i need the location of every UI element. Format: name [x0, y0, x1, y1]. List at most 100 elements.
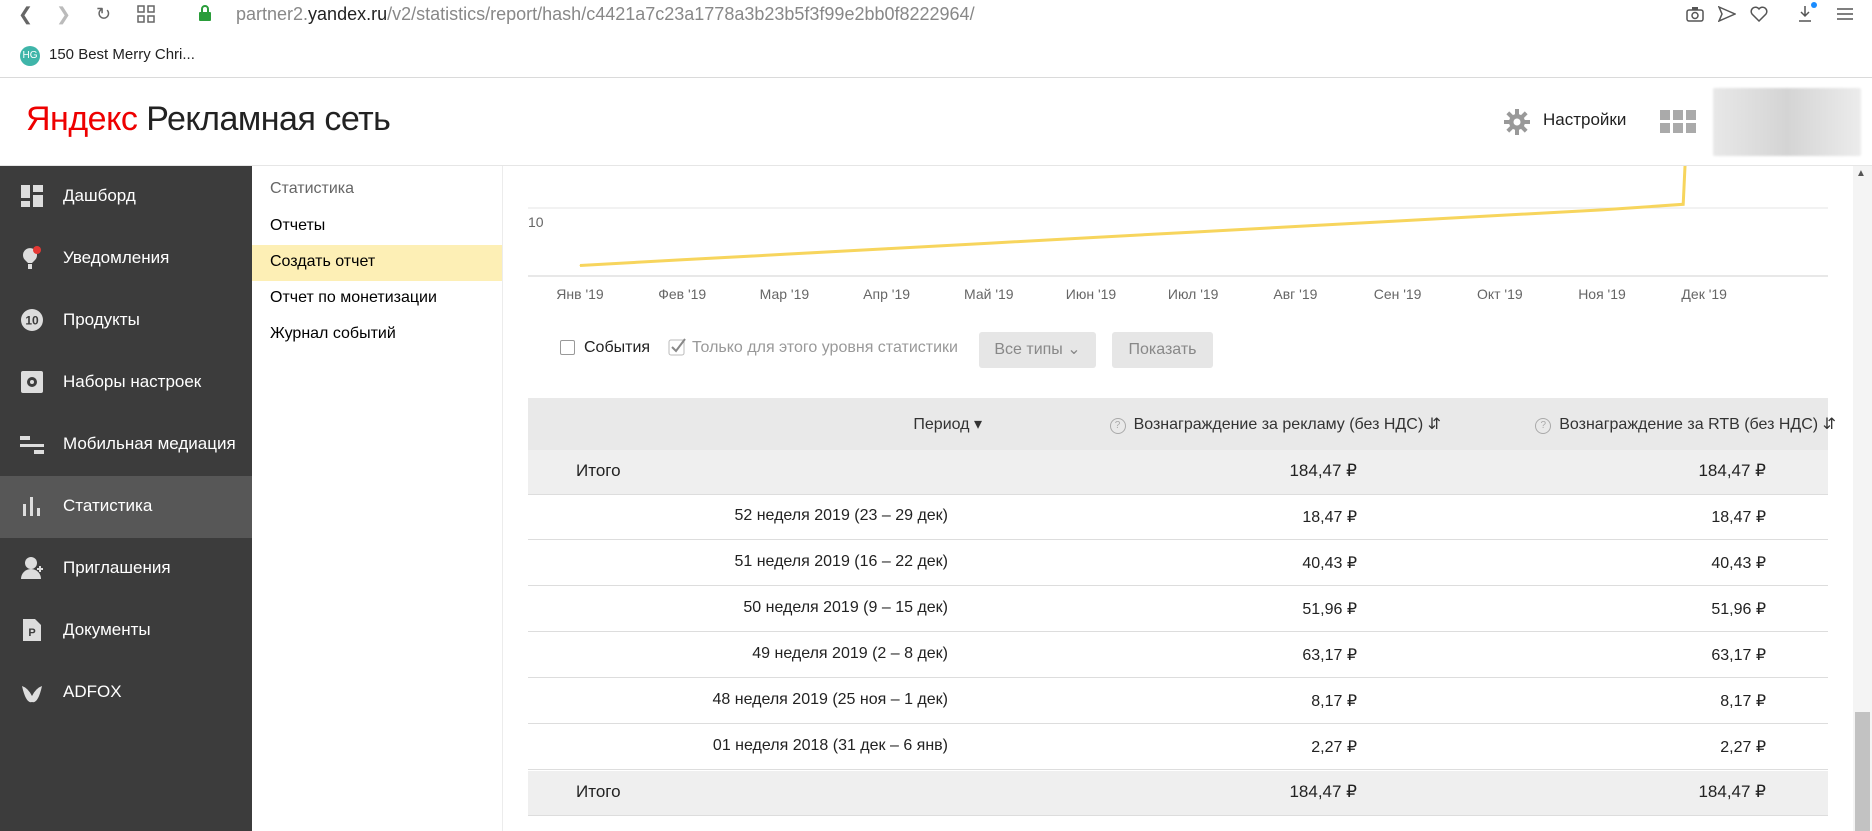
column-header-ads[interactable]: ? Вознаграждение за рекламу (без НДС) ⇵: [1109, 414, 1441, 434]
apps-grid-icon[interactable]: [1660, 110, 1696, 134]
gear-icon[interactable]: [1503, 106, 1531, 138]
table-row: 01 неделя 2018 (31 дек – 6 янв) 2,27 ₽ 2…: [528, 725, 1828, 770]
x-tick-label: Июн '19: [1066, 286, 1117, 302]
column-header-period[interactable]: Период ▾: [913, 414, 982, 434]
forward-icon[interactable]: ❯: [56, 4, 71, 24]
total-ads-value: 184,47 ₽: [1289, 461, 1357, 480]
back-icon[interactable]: ❮: [18, 4, 33, 24]
subnav-item-monetization[interactable]: Отчет по монетизации: [252, 281, 502, 317]
products-icon: 10: [21, 309, 43, 331]
scrollbar-thumb[interactable]: [1855, 712, 1870, 831]
settings-link[interactable]: Настройки: [1543, 110, 1626, 130]
menu-icon[interactable]: [1836, 6, 1854, 22]
sort-desc-icon: ▾: [973, 416, 982, 433]
address-bar[interactable]: partner2.yandex.ru/v2/statistics/report/…: [236, 4, 975, 25]
data-point: [1090, 237, 1092, 239]
level-only-label: Только для этого уровня статистики: [692, 339, 958, 356]
sidebar-item-label: Дашборд: [63, 186, 136, 205]
sidebar-item-notifications[interactable]: Уведомления: [0, 228, 252, 290]
sidebar: Дашборд Уведомления 10 Продукты Наборы н…: [0, 166, 252, 831]
sidebar-item-dashboard[interactable]: Дашборд: [0, 166, 252, 228]
table-row: 50 неделя 2019 (9 – 15 дек) 51,96 ₽ 51,9…: [528, 587, 1828, 632]
ads-cell: 18,47 ₽: [1302, 509, 1357, 526]
x-tick-label: Июл '19: [1168, 286, 1219, 302]
app-header: Яндекс Рекламная сеть Настройки: [0, 78, 1872, 166]
x-tick-label: Окт '19: [1477, 286, 1523, 302]
x-tick-label: Дек '19: [1681, 286, 1727, 302]
sidebar-item-products[interactable]: 10 Продукты: [0, 290, 252, 352]
sidebar-item-label: Приглашения: [63, 558, 171, 577]
camera-icon[interactable]: [1686, 6, 1704, 22]
sidebar-item-label: Наборы настроек: [63, 372, 202, 391]
events-checkbox[interactable]: [560, 340, 575, 355]
invite-icon: [21, 557, 43, 579]
data-point: [1682, 203, 1684, 205]
dashboard-icon: [21, 185, 43, 207]
download-icon[interactable]: [1796, 2, 1818, 24]
bookmark-item[interactable]: 150 Best Merry Chri...: [49, 46, 195, 63]
data-point: [1499, 214, 1501, 216]
checkmark-icon[interactable]: [668, 336, 688, 356]
total-label: Итого: [576, 782, 621, 801]
help-icon[interactable]: ?: [1109, 418, 1126, 434]
sidebar-item-invites[interactable]: Приглашения: [0, 538, 252, 600]
data-point: [1294, 226, 1296, 228]
all-types-dropdown[interactable]: Все типы ⌄: [979, 332, 1096, 368]
data-point: [1601, 209, 1603, 211]
user-avatar[interactable]: [1713, 88, 1861, 156]
subnav-item-events-log[interactable]: Журнал событий: [252, 317, 502, 353]
sidebar-item-documents[interactable]: P Документы: [0, 600, 252, 662]
x-tick-label: Ноя '19: [1578, 286, 1626, 302]
sidebar-item-label: Документы: [63, 620, 151, 639]
data-point: [988, 242, 990, 244]
table-header: ? Вознаграждение за рекламу (без НДС) ⇵ ?…: [528, 398, 1836, 450]
data-point: [1192, 231, 1194, 233]
ads-cell: 63,17 ₽: [1302, 647, 1357, 664]
subnav-item-create-report[interactable]: Создать отчет: [252, 245, 502, 281]
sidebar-item-statistics[interactable]: Статистика: [0, 476, 252, 538]
ads-cell: 40,43 ₽: [1302, 555, 1357, 572]
sidebar-item-settings-sets[interactable]: Наборы настроек: [0, 352, 252, 414]
show-button[interactable]: Показать: [1112, 332, 1213, 368]
data-point: [579, 264, 581, 266]
sidebar-item-label: Продукты: [63, 310, 140, 329]
rtb-cell: 8,17 ₽: [1720, 693, 1766, 710]
send-icon[interactable]: [1718, 6, 1736, 22]
series-line: [579, 166, 1687, 267]
rtb-cell: 18,47 ₽: [1711, 509, 1766, 526]
help-icon[interactable]: ?: [1535, 418, 1552, 434]
period-cell: 48 неделя 2019 (25 ноя – 1 дек): [712, 691, 948, 708]
sidebar-item-adfox[interactable]: ADFOX: [0, 662, 252, 724]
sidebar-item-label: Мобильная медиация: [63, 434, 236, 453]
svg-text:P: P: [28, 627, 35, 639]
svg-text:10: 10: [25, 314, 39, 328]
total-row-footer: Итого 184,47 ₽ 184,47 ₽: [528, 771, 1828, 816]
total-label: Итого: [576, 461, 621, 480]
scroll-up-icon[interactable]: ▲: [1856, 168, 1866, 179]
x-tick-label: Янв '19: [556, 286, 604, 302]
subnav-item-reports[interactable]: Отчеты: [252, 209, 502, 245]
adfox-icon: [22, 686, 42, 703]
total-rtb-value: 184,47 ₽: [1698, 461, 1766, 480]
period-cell: 52 неделя 2019 (23 – 29 дек): [734, 507, 948, 524]
chevron-down-icon: ⌄: [1067, 341, 1081, 358]
rtb-cell: 63,17 ₽: [1711, 647, 1766, 664]
rtb-cell: 51,96 ₽: [1711, 601, 1766, 618]
subnav-item-label: Отчет по монетизации: [270, 289, 437, 306]
sidebar-item-label: Уведомления: [63, 248, 170, 267]
x-tick-label: Мар '19: [760, 286, 810, 302]
x-tick-label: Фев '19: [658, 286, 706, 302]
bookmark-favicon: HG: [20, 46, 40, 66]
subnav-item-label: Отчеты: [270, 217, 326, 234]
subnav-title: Статистика: [270, 180, 355, 197]
tabs-grid-icon[interactable]: [137, 5, 155, 23]
reload-icon[interactable]: ↻: [96, 4, 111, 24]
sidebar-item-label: Статистика: [63, 496, 153, 515]
data-point: [681, 259, 683, 261]
sidebar-item-mediation[interactable]: Мобильная медиация: [0, 414, 252, 476]
yandex-logo[interactable]: Яндекс Рекламная сеть: [26, 100, 391, 139]
heart-icon[interactable]: [1750, 6, 1768, 22]
rtb-cell: 40,43 ₽: [1711, 555, 1766, 572]
period-cell: 01 неделя 2018 (31 дек – 6 янв): [712, 737, 948, 754]
column-header-rtb[interactable]: ? Вознаграждение за RTB (без НДС) ⇵: [1535, 414, 1836, 434]
